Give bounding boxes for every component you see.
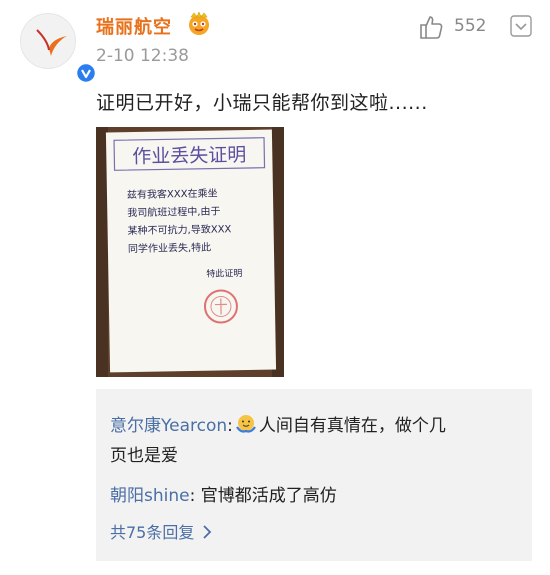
airline-logo-icon: [35, 28, 67, 56]
thumbs-up-icon[interactable]: [418, 14, 444, 40]
comment-author[interactable]: 朝阳shine: [110, 486, 190, 506]
post-image[interactable]: 作业丢失证明 兹有我客XXX在乘坐 我司航班过程中,由于 某种不可抗力,导致XX…: [96, 127, 284, 377]
certificate-title: 作业丢失证明: [132, 144, 246, 168]
certificate-photo: 作业丢失证明 兹有我客XXX在乘坐 我司航班过程中,由于 某种不可抗力,导致XX…: [96, 127, 284, 377]
comment-text: 人间自有真情在，做个几: [258, 416, 446, 436]
comment-author[interactable]: 意尔康Yearcon: [110, 416, 227, 436]
comment-text-continued: 页也是爱: [110, 446, 178, 466]
certificate-sign: 特此证明: [206, 267, 242, 280]
hug-emoji-icon: [235, 415, 256, 433]
weibo-post: 瑞丽航空 2-10 12:38 552 证明已开好，小瑞只能帮你到这啦.....…: [0, 0, 550, 575]
more-replies-label: 共75条回复: [110, 523, 195, 542]
account-name[interactable]: 瑞丽航空: [96, 13, 172, 39]
like-count: 552: [454, 16, 487, 36]
verified-badge-icon: [76, 63, 96, 83]
chevron-down-icon[interactable]: [510, 15, 532, 37]
post-timestamp: 2-10 12:38: [96, 46, 189, 66]
chevron-right-icon: [203, 525, 212, 539]
avatar[interactable]: [20, 13, 96, 83]
post-text: 证明已开好，小瑞只能帮你到这啦......: [96, 92, 428, 114]
vip-crown-icon[interactable]: [186, 12, 212, 36]
comment-text: 官博都活成了高仿: [200, 486, 337, 506]
more-replies-link[interactable]: 共75条回复: [110, 519, 212, 543]
comment[interactable]: 朝阳shine: 官博都活成了高仿: [110, 481, 337, 506]
comments-panel: 意尔康Yearcon: 人间自有真情在，做个几 页也是爱 朝阳shine: 官博…: [96, 389, 532, 561]
comment[interactable]: 意尔康Yearcon: 人间自有真情在，做个几: [110, 411, 446, 436]
